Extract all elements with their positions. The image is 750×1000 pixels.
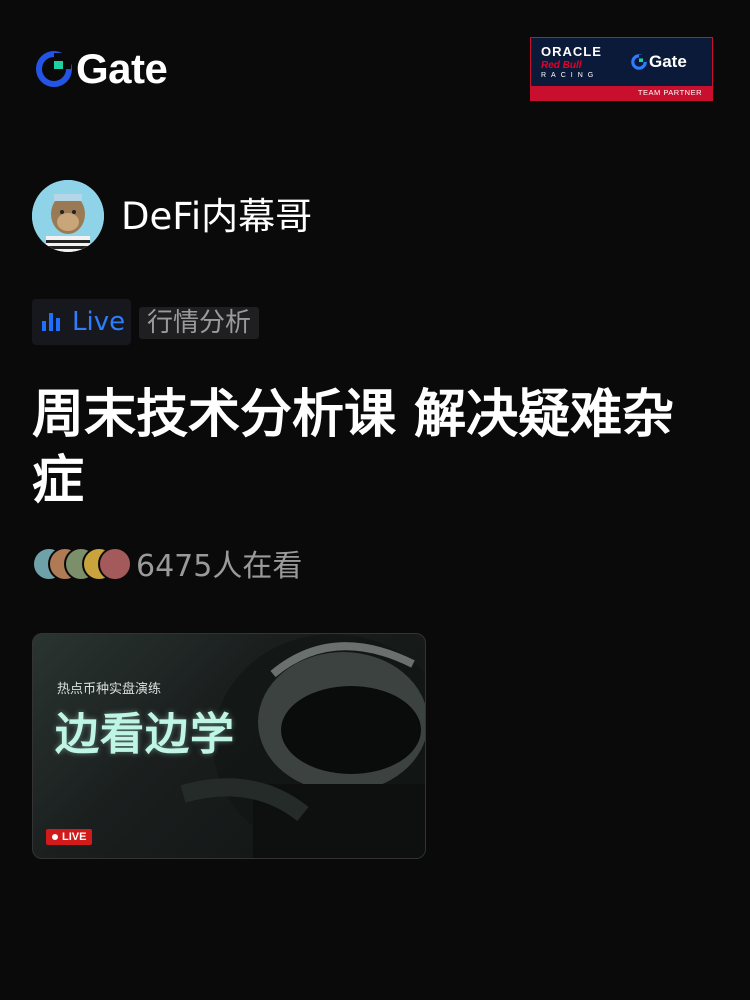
author-name[interactable]: DeFi内幕哥 xyxy=(121,196,312,238)
viewer-count: 6475人在看 xyxy=(136,549,303,584)
live-tag-label: Live xyxy=(72,307,126,337)
video-headline: 边看边学 xyxy=(55,709,235,760)
live-tag: Live xyxy=(32,299,131,345)
viewer-avatar xyxy=(98,547,132,581)
partner-badge: ORACLE Red Bull RACING Gate TEAM PARTNER xyxy=(530,37,713,101)
redbull-text: Red Bull xyxy=(541,60,582,71)
racing-text: RACING xyxy=(541,72,599,79)
viewer-info: 6475人在看 xyxy=(32,545,302,584)
video-subtitle: 热点币种实盘演练 xyxy=(57,682,162,697)
live-dot-icon xyxy=(52,834,58,840)
ape-avatar-icon xyxy=(32,180,104,252)
video-thumbnail[interactable]: 热点币种实盘演练 边看边学 LIVE xyxy=(32,633,426,859)
live-badge: LIVE xyxy=(46,829,93,845)
gate-logo-text: Gate xyxy=(76,45,168,92)
bar-chart-icon xyxy=(42,313,63,331)
team-partner-text: TEAM PARTNER xyxy=(637,88,702,97)
partner-gate-text: Gate xyxy=(649,52,687,71)
viewer-avatars xyxy=(32,546,132,581)
oracle-text: ORACLE xyxy=(541,44,602,59)
stream-title: 周末技术分析课 解决疑难杂症 xyxy=(32,385,675,511)
gate-logo-icon xyxy=(36,51,72,87)
gate-small-icon xyxy=(631,54,647,70)
gate-logo: Gate xyxy=(36,45,168,92)
live-badge-label: LIVE xyxy=(62,831,87,843)
category-tag[interactable]: 行情分析 xyxy=(139,307,260,339)
author-avatar[interactable] xyxy=(32,180,104,252)
